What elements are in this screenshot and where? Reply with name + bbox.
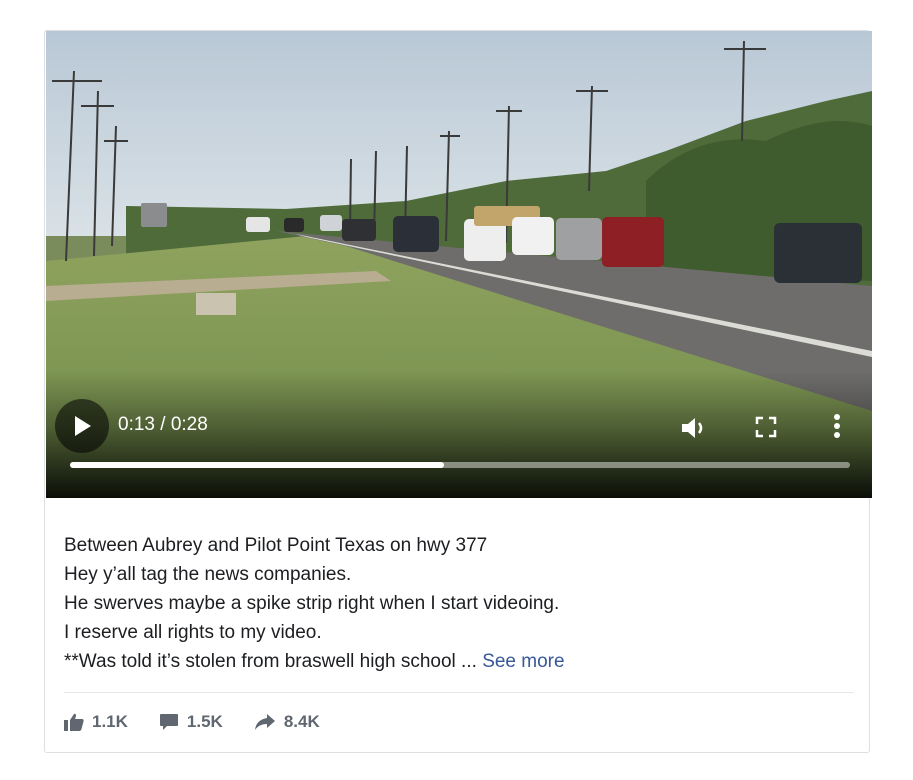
caption-line: Between Aubrey and Pilot Point Texas on … — [64, 535, 488, 556]
play-button[interactable] — [55, 399, 109, 453]
share-arrow-icon — [254, 714, 275, 730]
likes-count: 1.1K — [92, 712, 128, 731]
comments-count-button[interactable]: 1.5K — [159, 712, 223, 732]
comment-icon — [159, 714, 178, 730]
shares-count-button[interactable]: 8.4K — [254, 712, 320, 732]
video-progress-fill — [70, 462, 445, 468]
shares-count: 8.4K — [283, 712, 320, 731]
video-player[interactable]: 0:13 / 0:28 — [46, 31, 872, 498]
caption-line: I reserve all rights to my video. — [64, 622, 322, 643]
likes-count-button[interactable]: 1.1K — [64, 712, 128, 732]
divider — [64, 692, 854, 693]
play-icon — [75, 416, 91, 436]
engagement-stats: 1.1K 1.5K 8.4K — [64, 709, 351, 735]
caption-line-last: **Was told it’s stolen from braswell hig… — [64, 647, 854, 676]
more-vertical-icon — [834, 414, 840, 438]
post-caption: Between Aubrey and Pilot Point Texas on … — [64, 531, 854, 676]
caption-line: Hey y’all tag the news companies. — [64, 564, 352, 585]
more-options-button[interactable] — [833, 413, 841, 444]
fullscreen-button[interactable] — [755, 416, 777, 443]
video-timestamp: 0:13 / 0:28 — [118, 414, 208, 435]
see-more-link[interactable]: See more — [482, 651, 564, 672]
volume-button[interactable] — [680, 415, 708, 446]
fullscreen-icon — [755, 416, 777, 438]
caption-line: **Was told it’s stolen from braswell hig… — [64, 651, 483, 672]
volume-icon — [682, 418, 703, 438]
thumbs-up-icon — [64, 713, 84, 731]
comments-count: 1.5K — [186, 712, 223, 731]
video-progress-bar[interactable] — [70, 462, 850, 468]
caption-line: He swerves maybe a spike strip right whe… — [64, 593, 560, 614]
